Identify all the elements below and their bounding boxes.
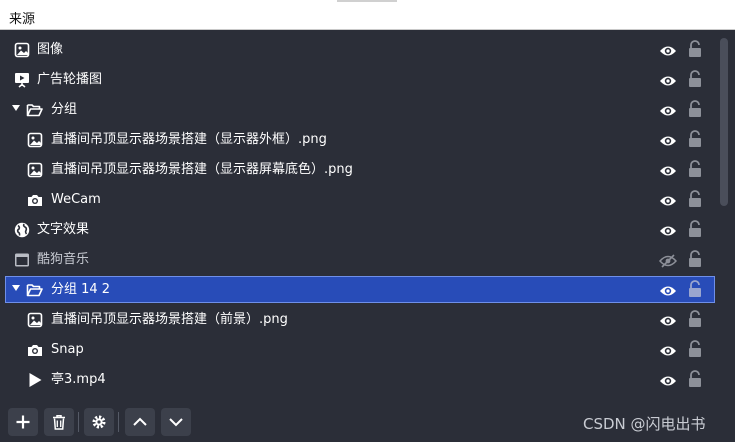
lock-icon[interactable] <box>688 70 702 88</box>
move-up-button[interactable] <box>125 408 155 436</box>
camera-icon <box>27 342 43 358</box>
eye-icon[interactable] <box>659 313 677 327</box>
add-source-button[interactable] <box>8 408 38 436</box>
source-label: 直播间吊顶显示器场景搭建（前景）.png <box>51 312 288 327</box>
gear-icon <box>92 415 106 429</box>
source-group-1[interactable]: 分组 <box>5 96 715 123</box>
remove-source-button[interactable] <box>44 408 74 436</box>
source-item-image[interactable]: 图像 <box>5 36 715 63</box>
lock-icon[interactable] <box>688 220 702 238</box>
eye-icon[interactable] <box>659 223 677 237</box>
lock-icon[interactable] <box>688 370 702 388</box>
image-icon <box>27 312 43 328</box>
source-group-2[interactable]: 分组 14 2 <box>5 276 715 303</box>
source-item-image[interactable]: 直播间吊顶显示器场景搭建（显示器外框）.png <box>5 126 715 153</box>
chevron-down-icon <box>169 418 183 427</box>
source-label: 图像 <box>37 42 64 57</box>
source-item-window-capture[interactable]: 酷狗音乐 <box>5 246 715 273</box>
panel-title: 来源 <box>9 12 36 27</box>
chevron-up-icon <box>133 417 147 426</box>
eye-icon[interactable] <box>659 343 677 357</box>
eye-icon[interactable] <box>659 373 677 387</box>
image-icon <box>27 162 43 178</box>
slideshow-icon <box>14 72 30 88</box>
lock-icon[interactable] <box>688 160 702 178</box>
source-label: 酷狗音乐 <box>37 252 90 267</box>
eye-slash-icon[interactable] <box>658 253 678 268</box>
eye-icon[interactable] <box>659 163 677 177</box>
lock-icon[interactable] <box>688 280 702 298</box>
source-label: 广告轮播图 <box>37 72 103 87</box>
source-item-media[interactable]: 亭3.mp4 <box>5 366 715 393</box>
source-item-browser[interactable]: 文字效果 <box>5 216 715 243</box>
source-item-image[interactable]: 直播间吊顶显示器场景搭建（显示器屏幕底色）.png <box>5 156 715 183</box>
window-icon <box>14 252 30 268</box>
expand-caret-icon[interactable] <box>12 285 20 291</box>
watermark-text: CSDN @闪电出书 <box>583 415 706 433</box>
source-item-camera[interactable]: Snap <box>5 336 715 363</box>
source-label: 分组 <box>51 102 78 117</box>
source-label: 亭3.mp4 <box>51 372 106 387</box>
source-item-image[interactable]: 直播间吊顶显示器场景搭建（前景）.png <box>5 306 715 333</box>
source-item-slideshow[interactable]: 广告轮播图 <box>5 66 715 93</box>
source-label: WeCam <box>51 192 101 207</box>
lock-icon[interactable] <box>688 250 702 268</box>
toolbar-divider <box>118 412 119 432</box>
source-label: 直播间吊顶显示器场景搭建（显示器外框）.png <box>51 132 327 147</box>
globe-icon <box>14 222 30 238</box>
source-label: 文字效果 <box>37 222 90 237</box>
source-label: Snap <box>51 342 84 357</box>
folder-open-icon <box>26 282 43 298</box>
sources-panel-header: 来源 <box>0 0 735 30</box>
play-icon <box>27 372 43 388</box>
source-properties-button[interactable] <box>84 408 114 436</box>
lock-icon[interactable] <box>688 130 702 148</box>
source-label: 直播间吊顶显示器场景搭建（显示器屏幕底色）.png <box>51 162 353 177</box>
eye-icon[interactable] <box>659 73 677 87</box>
lock-icon[interactable] <box>688 40 702 58</box>
image-icon <box>14 42 30 58</box>
panel-drag-grip[interactable] <box>337 0 397 2</box>
lock-icon[interactable] <box>688 100 702 118</box>
expand-caret-icon[interactable] <box>12 105 20 111</box>
eye-icon[interactable] <box>659 133 677 147</box>
camera-icon <box>27 192 43 208</box>
trash-icon <box>53 415 65 430</box>
list-scrollbar[interactable] <box>718 36 730 398</box>
lock-icon[interactable] <box>688 190 702 208</box>
plus-icon <box>16 415 30 429</box>
eye-icon[interactable] <box>659 43 677 57</box>
lock-icon[interactable] <box>688 310 702 328</box>
eye-icon[interactable] <box>659 283 677 297</box>
scrollbar-thumb[interactable] <box>720 38 728 206</box>
eye-icon[interactable] <box>659 193 677 207</box>
sources-list[interactable]: 图像 广告轮播图 分组 直播间吊顶显示器场景搭建（显示器外框）.png 直播间吊… <box>0 34 716 398</box>
move-down-button[interactable] <box>161 408 191 436</box>
lock-icon[interactable] <box>688 340 702 358</box>
folder-open-icon <box>26 102 43 118</box>
source-item-camera[interactable]: WeCam <box>5 186 715 213</box>
toolbar-divider <box>78 412 79 432</box>
image-icon <box>27 132 43 148</box>
source-label: 分组 14 2 <box>51 282 111 297</box>
eye-icon[interactable] <box>659 103 677 117</box>
